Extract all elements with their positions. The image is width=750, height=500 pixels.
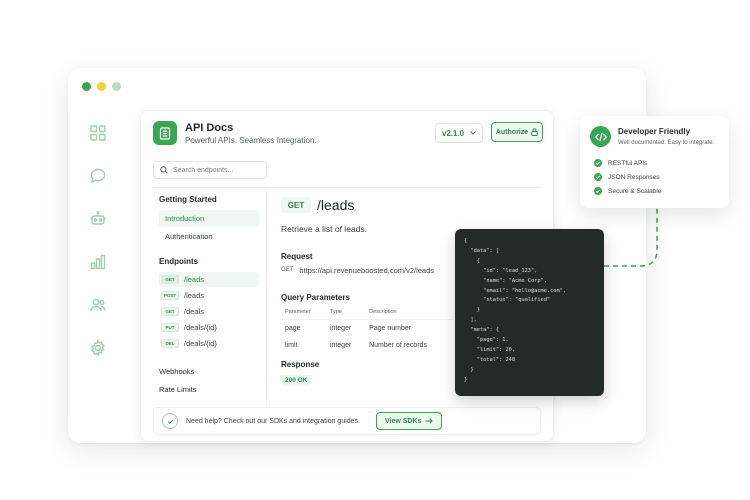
code-block: { "data": [ { "id": "lead_123", "name": …: [464, 238, 567, 383]
feature-label: RESTful APIs: [608, 159, 648, 167]
check-icon: [594, 159, 602, 167]
feature-item: RESTful APIs: [594, 159, 647, 167]
check-icon: [594, 187, 602, 195]
feature-item: JSON Responses: [594, 173, 660, 181]
feature-item: Secure & Scalable: [594, 187, 661, 195]
card-title: Developer Friendly: [618, 127, 691, 136]
check-icon: [594, 173, 602, 181]
feature-label: Secure & Scalable: [608, 187, 662, 195]
connector-line: [604, 208, 658, 267]
feature-label: JSON Responses: [608, 173, 660, 181]
code-icon: [590, 126, 611, 147]
json-response-sample: { "data": [ { "id": "lead_123", "name": …: [455, 229, 604, 396]
developer-friendly-card: Developer Friendly Well documented. Easy…: [580, 116, 729, 208]
card-subtitle: Well documented. Easy to integrate.: [618, 140, 715, 146]
